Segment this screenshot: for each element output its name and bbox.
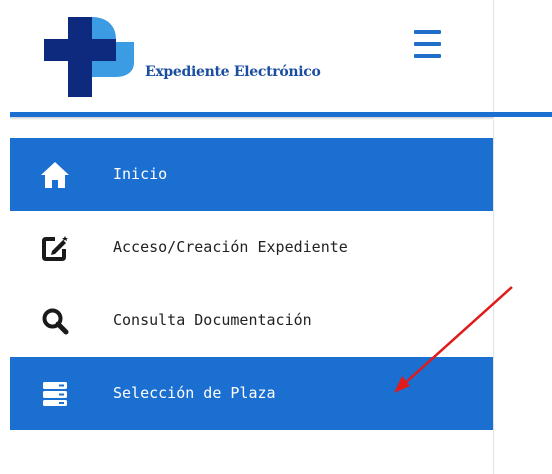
menu-item-label: Inicio	[113, 164, 168, 183]
sidebar: Expediente Electrónico Inicio Acceso/Cre	[10, 0, 494, 474]
menu-item-seleccion-plaza[interactable]: Selección de Plaza	[10, 357, 494, 430]
menu-item-label: Selección de Plaza	[113, 383, 276, 402]
menu-item-inicio[interactable]: Inicio	[10, 138, 494, 211]
menu-item-label: Consulta Documentación	[113, 310, 312, 329]
header-divider-shadow	[10, 117, 494, 120]
server-icon	[40, 379, 70, 409]
menu-item-label: Acceso/Creación Expediente	[113, 237, 348, 256]
search-icon	[40, 306, 70, 336]
sidebar-header: Expediente Electrónico	[10, 0, 494, 112]
sidebar-border	[493, 0, 494, 474]
home-icon	[40, 160, 70, 190]
menu-item-consulta[interactable]: Consulta Documentación	[10, 284, 494, 357]
menu-item-acceso-creacion[interactable]: Acceso/Creación Expediente	[10, 211, 494, 284]
brand-name: Expediente Electrónico	[145, 64, 321, 80]
sidebar-menu: Inicio Acceso/Creación Expediente Consul…	[10, 138, 494, 430]
edit-square-icon	[40, 233, 70, 263]
logo-icon	[44, 17, 134, 97]
hamburger-icon[interactable]	[414, 30, 441, 60]
